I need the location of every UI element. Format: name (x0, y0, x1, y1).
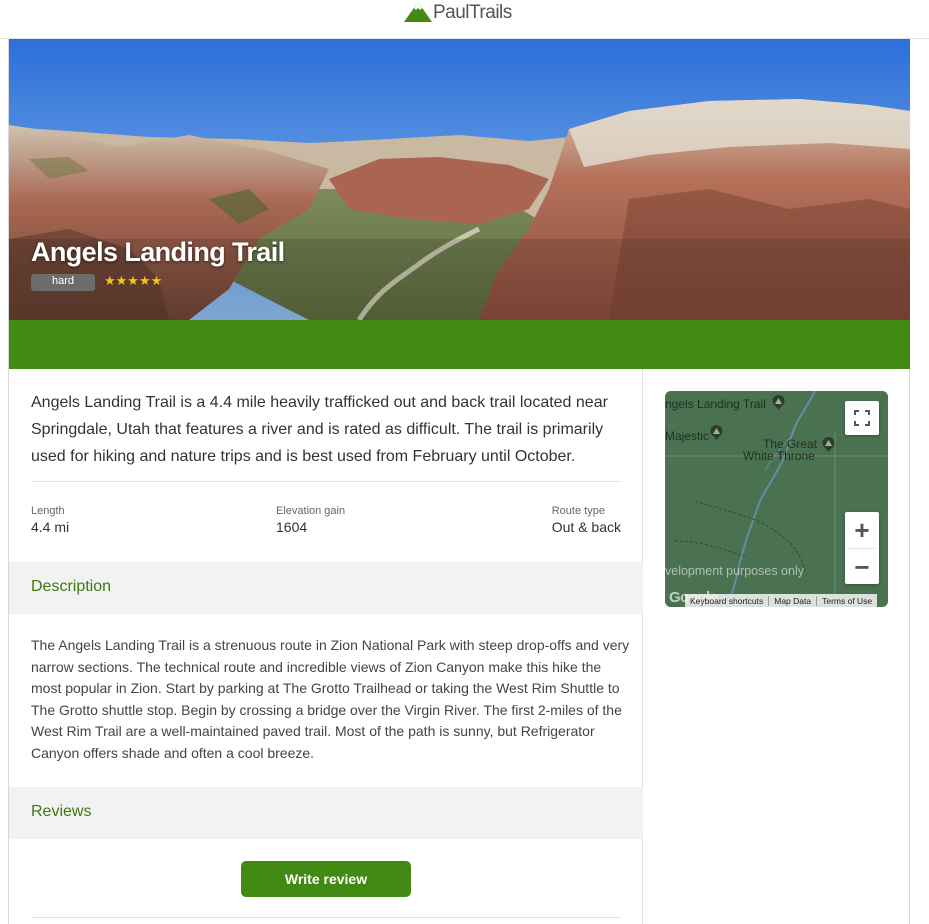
description-header: Description (9, 562, 643, 614)
fullscreen-icon (854, 410, 870, 426)
stat-elevation-label: Elevation gain (276, 505, 346, 517)
description-heading: Description (31, 578, 112, 595)
site-header: PaulTrails (0, 0, 929, 39)
map-data-link[interactable]: Map Data (768, 595, 816, 606)
trail-card: Angels Landing Trail hard ★★★★★ Angels L… (8, 39, 910, 924)
map-label-throne-2: White Throne (743, 449, 815, 463)
hero-image: Angels Landing Trail hard ★★★★★ (9, 39, 910, 320)
stat-elevation-value: 1604 (276, 519, 308, 535)
difficulty-badge: hard (31, 274, 95, 291)
stat-length-value: 4.4 mi (31, 519, 70, 535)
hero-green-bar (9, 320, 910, 369)
site-logo[interactable]: PaulTrails (404, 0, 512, 24)
stat-length: Length 4.4 mi (31, 505, 69, 535)
terms-of-use-link[interactable]: Terms of Use (816, 595, 877, 606)
zoom-controls: + − (845, 512, 879, 584)
map-label-trail: ngels Landing Trail (665, 397, 766, 411)
stat-elevation: Elevation gain 1604 (276, 505, 345, 535)
stat-route-value: Out & back (551, 519, 621, 535)
map-pin-icon[interactable] (709, 425, 724, 440)
map-label-majestic: Majestic (665, 429, 710, 443)
main-column: Angels Landing Trail is a 4.4 mile heavi… (9, 369, 643, 924)
map-pin-icon[interactable] (771, 395, 786, 410)
rating-stars: ★★★★★ (104, 273, 163, 288)
divider (31, 481, 621, 482)
keyboard-shortcuts-link[interactable]: Keyboard shortcuts (685, 596, 768, 606)
zoom-in-button[interactable]: + (845, 512, 879, 548)
reviews-heading: Reviews (31, 803, 92, 820)
trail-map[interactable]: ngels Landing Trail Majestic The Great W… (665, 391, 888, 607)
dev-watermark: velopment purposes only (665, 564, 804, 578)
stat-route-label: Route type (551, 505, 605, 517)
write-review-button[interactable]: Write review (241, 861, 411, 897)
stat-route-type: Route type Out & back (552, 505, 621, 535)
logo-text: PaulTrails (433, 1, 512, 23)
fullscreen-button[interactable] (845, 401, 879, 435)
zoom-out-button[interactable]: − (845, 549, 879, 585)
reviews-header: Reviews (9, 787, 643, 839)
trail-summary: Angels Landing Trail is a 4.4 mile heavi… (31, 394, 608, 465)
divider (31, 917, 621, 918)
map-pin-icon[interactable] (821, 437, 836, 452)
description-text: The Angels Landing Trail is a strenuous … (31, 637, 630, 761)
map-footer: Keyboard shortcuts Map Data Terms of Use (685, 594, 878, 607)
mountain-icon (404, 2, 432, 22)
stat-length-label: Length (31, 505, 65, 517)
trail-title: Angels Landing Trail (31, 237, 285, 267)
